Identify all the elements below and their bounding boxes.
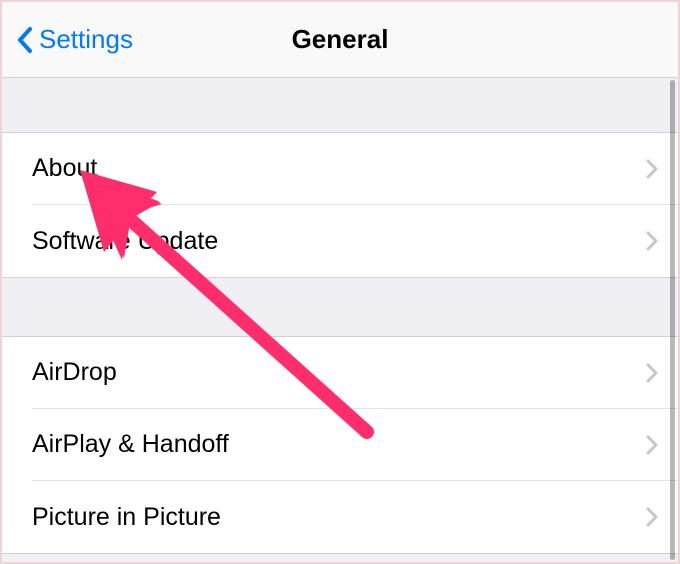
list-item-about[interactable]: About: [2, 133, 678, 205]
list-item-label: AirPlay & Handoff: [32, 430, 229, 459]
chevron-right-icon: [646, 435, 658, 455]
list-item-software-update[interactable]: Software Update: [2, 205, 678, 277]
section-gap: [2, 278, 678, 336]
list-item-label: About: [32, 154, 97, 183]
list-item-label: Picture in Picture: [32, 503, 221, 532]
chevron-right-icon: [646, 507, 658, 527]
page-title: General: [292, 24, 389, 55]
back-button[interactable]: Settings: [16, 24, 133, 55]
list-group: About Software Update: [2, 132, 678, 278]
scrollbar[interactable]: [670, 80, 675, 560]
list-item-picture-in-picture[interactable]: Picture in Picture: [2, 481, 678, 553]
list-item-label: AirDrop: [32, 358, 117, 387]
list-group: AirDrop AirPlay & Handoff Picture in Pic…: [2, 336, 678, 554]
section-gap: [2, 78, 678, 132]
list-item-label: Software Update: [32, 227, 218, 256]
list-item-airplay-handoff[interactable]: AirPlay & Handoff: [2, 409, 678, 481]
chevron-right-icon: [646, 231, 658, 251]
chevron-right-icon: [646, 159, 658, 179]
list-item-airdrop[interactable]: AirDrop: [2, 337, 678, 409]
chevron-left-icon: [16, 26, 33, 54]
back-button-label: Settings: [39, 24, 133, 55]
chevron-right-icon: [646, 363, 658, 383]
navigation-bar: Settings General: [2, 2, 678, 78]
